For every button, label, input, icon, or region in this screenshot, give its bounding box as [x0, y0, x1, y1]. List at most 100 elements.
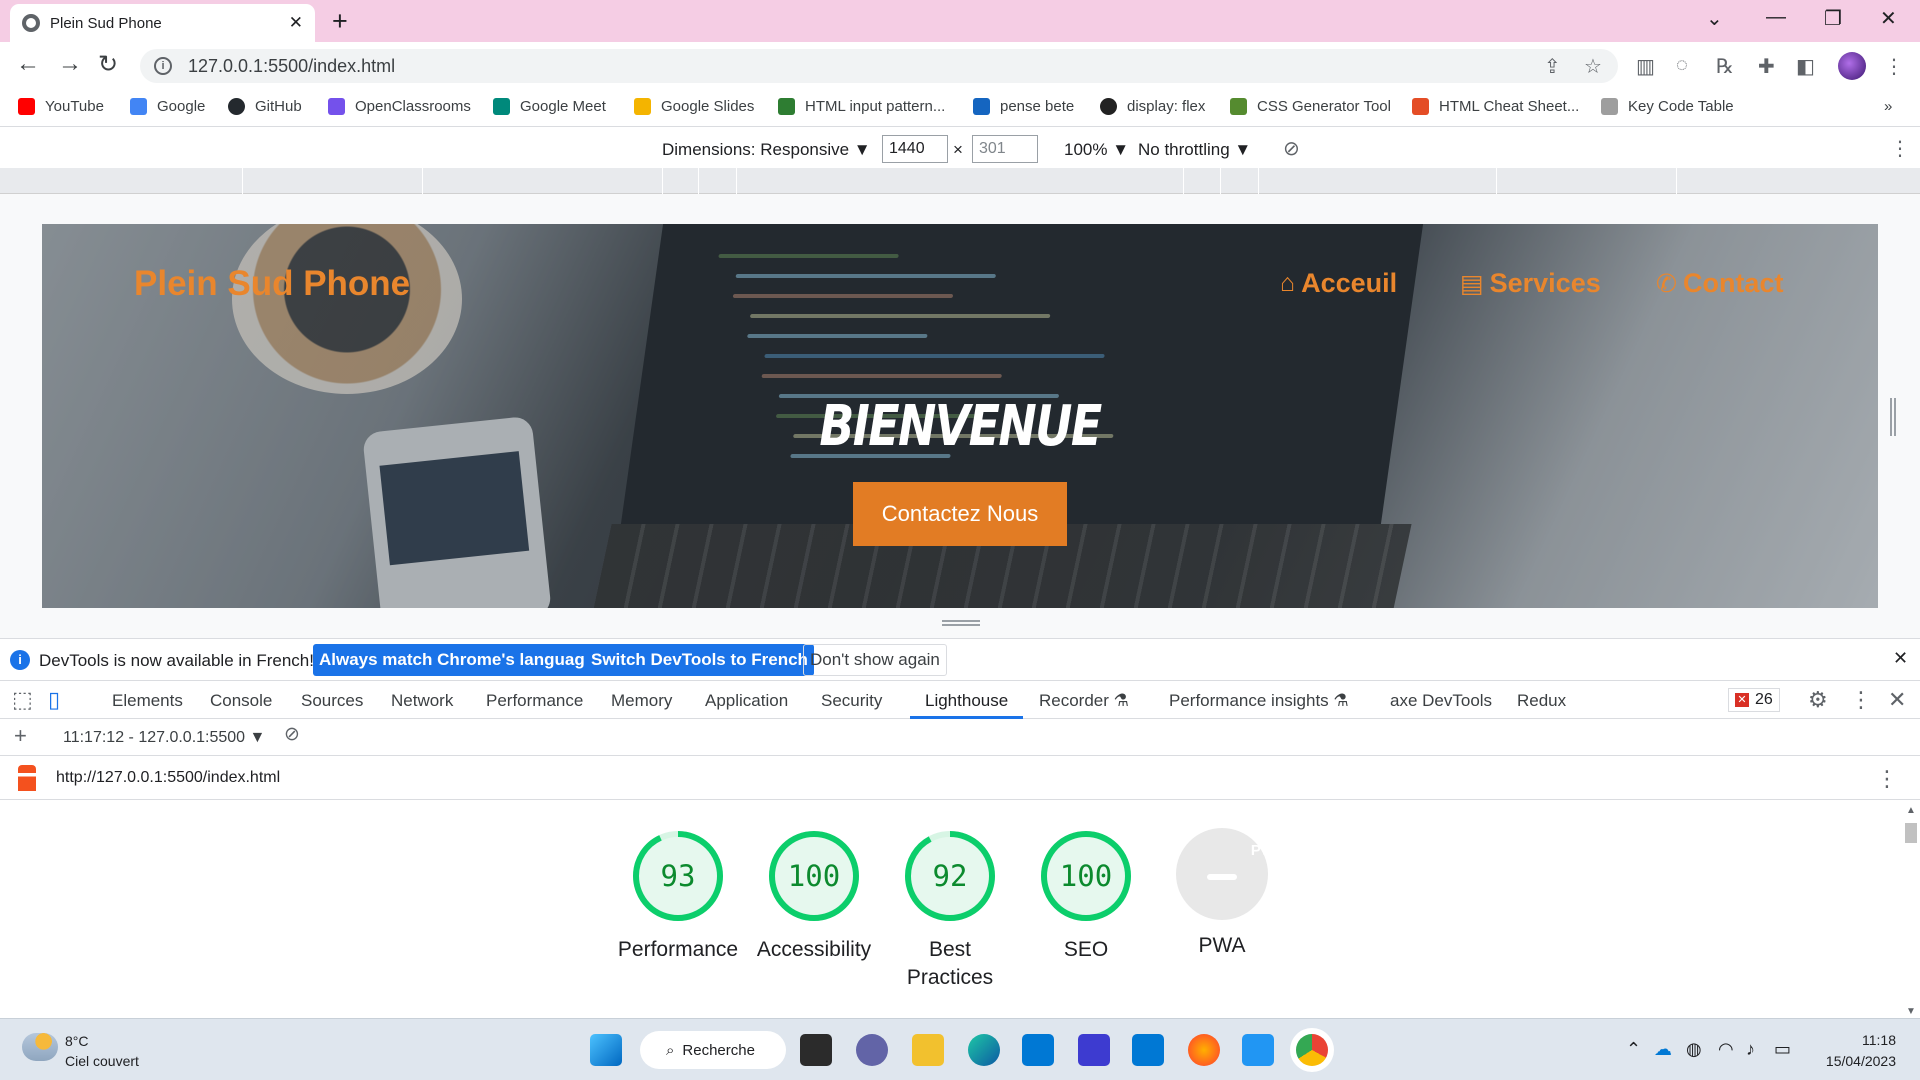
switch-devtools-french-button[interactable]: Switch DevTools to French [585, 644, 814, 676]
bookmark-display-flex[interactable]: display: flex [1100, 98, 1205, 115]
store-icon[interactable] [1022, 1034, 1054, 1066]
onedrive-icon[interactable]: ☁ [1654, 1039, 1672, 1060]
clear-reports-icon[interactable]: ⊘ [284, 723, 300, 746]
bookmark-google-meet[interactable]: Google Meet [493, 98, 606, 115]
site-info-icon[interactable]: i [154, 57, 172, 75]
tab-memory[interactable]: Memory [611, 691, 672, 711]
bookmark-google[interactable]: Google [130, 98, 205, 115]
always-match-language-button[interactable]: Always match Chrome's language [313, 644, 601, 676]
gauge-pwa[interactable]: PWA PWA [1154, 828, 1290, 960]
reload-icon[interactable]: ↻ [98, 50, 118, 79]
tab-search-chevron-icon[interactable]: ⌄ [1706, 6, 1723, 31]
restore-icon[interactable]: ❐ [1824, 6, 1842, 31]
throttling-dropdown[interactable]: No throttling ▼ [1138, 140, 1251, 160]
devtools-menu-icon[interactable]: ⋮ [1850, 687, 1872, 713]
back-arrow-icon[interactable]: ← [16, 50, 40, 78]
bookmark-css-generator[interactable]: CSS Generator Tool [1230, 98, 1391, 115]
weather-cloud-icon[interactable] [22, 1033, 58, 1061]
firefox-icon[interactable] [1188, 1034, 1220, 1066]
nav-contact[interactable]: ✆ Contact [1656, 268, 1783, 299]
taskbar-time[interactable]: 11:18 [1810, 1032, 1896, 1048]
dont-show-again-button[interactable]: Don't show again [803, 644, 947, 676]
app-icon[interactable] [1078, 1034, 1110, 1066]
error-count-badge[interactable]: ✕ 26 [1728, 688, 1780, 712]
tab-performance-insights[interactable]: Performance insights ⚗ [1169, 691, 1349, 711]
tray-chevron-icon[interactable]: ⌃ [1626, 1039, 1641, 1060]
media-query-ruler[interactable] [0, 168, 1920, 194]
forward-arrow-icon[interactable]: → [58, 50, 82, 78]
extension-chart-icon[interactable]: ▥ [1636, 54, 1655, 79]
tab-close-icon[interactable]: ✕ [289, 13, 303, 33]
vpn-icon[interactable]: ◍ [1686, 1039, 1702, 1060]
zoom-dropdown[interactable]: 100% ▼ [1064, 140, 1129, 160]
share-icon[interactable]: ⇪ [1544, 54, 1561, 79]
infobar-close-icon[interactable]: ✕ [1893, 648, 1908, 669]
bookmark-star-icon[interactable]: ☆ [1584, 54, 1602, 79]
tab-recorder[interactable]: Recorder ⚗ [1039, 691, 1129, 711]
tab-axe-devtools[interactable]: axe DevTools [1390, 691, 1492, 711]
tab-security[interactable]: Security [821, 691, 882, 711]
report-scrollbar[interactable]: ▲ ▼ [1903, 805, 1917, 1017]
viewport-height-resize-handle[interactable] [942, 620, 980, 626]
contact-us-button[interactable]: Contactez Nous [853, 482, 1067, 546]
bookmark-github[interactable]: GitHub [228, 98, 302, 115]
address-bar[interactable]: i 127.0.0.1:5500/index.html [140, 49, 1618, 83]
nav-acceuil[interactable]: ⌂ Acceuil [1280, 268, 1397, 299]
profile-avatar[interactable] [1838, 52, 1866, 80]
extension-re-icon[interactable]: ℞ [1716, 54, 1734, 79]
bookmark-key-code-table[interactable]: Key Code Table [1601, 98, 1734, 115]
tab-sources[interactable]: Sources [301, 691, 363, 711]
weather-condition[interactable]: Ciel couvert [65, 1053, 139, 1069]
file-explorer-icon[interactable] [912, 1034, 944, 1066]
vscode-icon[interactable] [1242, 1034, 1274, 1066]
viewport-height-input[interactable]: 301 [972, 135, 1038, 163]
bookmark-html-input-pattern[interactable]: HTML input pattern... [778, 98, 945, 115]
devtools-close-icon[interactable]: ✕ [1888, 687, 1906, 713]
report-select[interactable]: 11:17:12 - 127.0.0.1:5500 ▼ [63, 729, 265, 747]
window-close-icon[interactable]: ✕ [1880, 6, 1897, 31]
tab-lighthouse[interactable]: Lighthouse [925, 691, 1008, 711]
bookmark-pense-bete[interactable]: pense bete [973, 98, 1074, 115]
new-tab-button[interactable]: + [332, 6, 348, 37]
browser-tab[interactable]: Plein Sud Phone ✕ [10, 4, 315, 42]
address-url[interactable]: 127.0.0.1:5500/index.html [188, 56, 395, 77]
gauge-best-practices[interactable]: 92 Best Practices [882, 828, 1018, 992]
dimensions-dropdown[interactable]: Dimensions: Responsive ▼ [662, 140, 871, 160]
bookmark-google-slides[interactable]: Google Slides [634, 98, 754, 115]
viewport-width-input[interactable]: 1440 [882, 135, 948, 163]
new-report-plus-icon[interactable]: + [14, 723, 27, 749]
edge-icon[interactable] [968, 1034, 1000, 1066]
device-menu-icon[interactable]: ⋮ [1890, 136, 1910, 161]
device-toggle-icon[interactable]: ▯ [48, 687, 60, 713]
nav-services[interactable]: ▤ Services [1460, 268, 1601, 299]
tab-console[interactable]: Console [210, 691, 272, 711]
bookmark-youtube[interactable]: YouTube [18, 98, 104, 115]
chrome-icon[interactable] [1296, 1034, 1328, 1066]
tab-redux[interactable]: Redux [1517, 691, 1566, 711]
bookmark-html-cheat-sheet[interactable]: HTML Cheat Sheet... [1412, 98, 1579, 115]
more-bookmarks-chevron-icon[interactable]: » [1884, 98, 1892, 115]
browser-menu-icon[interactable]: ⋮ [1884, 54, 1904, 79]
battery-icon[interactable]: ▭ [1774, 1039, 1791, 1060]
weather-temperature[interactable]: 8°C [65, 1033, 89, 1049]
gauge-performance[interactable]: 93 Performance [610, 828, 746, 964]
teams-icon[interactable] [856, 1034, 888, 1066]
viewport-resize-handle[interactable] [1890, 398, 1896, 436]
tab-elements[interactable]: Elements [112, 691, 183, 711]
task-view-icon[interactable] [800, 1034, 832, 1066]
report-menu-icon[interactable]: ⋮ [1876, 766, 1898, 792]
site-title[interactable]: Plein Sud Phone [134, 264, 410, 304]
tab-performance[interactable]: Performance [486, 691, 583, 711]
windows-start-icon[interactable] [590, 1034, 622, 1066]
minimize-icon[interactable]: — [1766, 6, 1786, 29]
volume-icon[interactable]: ♪ [1746, 1039, 1755, 1060]
gauge-accessibility[interactable]: 100 Accessibility [746, 828, 882, 964]
inspect-element-icon[interactable]: ⬚ [12, 687, 33, 713]
taskbar-date[interactable]: 15/04/2023 [1810, 1053, 1896, 1069]
settings-gear-icon[interactable]: ⚙ [1808, 687, 1828, 713]
tab-application[interactable]: Application [705, 691, 788, 711]
mail-icon[interactable] [1132, 1034, 1164, 1066]
taskbar-search[interactable]: ⌕ Recherche [640, 1031, 786, 1069]
extensions-puzzle-icon[interactable]: ✚ [1758, 54, 1775, 79]
gauge-seo[interactable]: 100 SEO [1018, 828, 1154, 964]
